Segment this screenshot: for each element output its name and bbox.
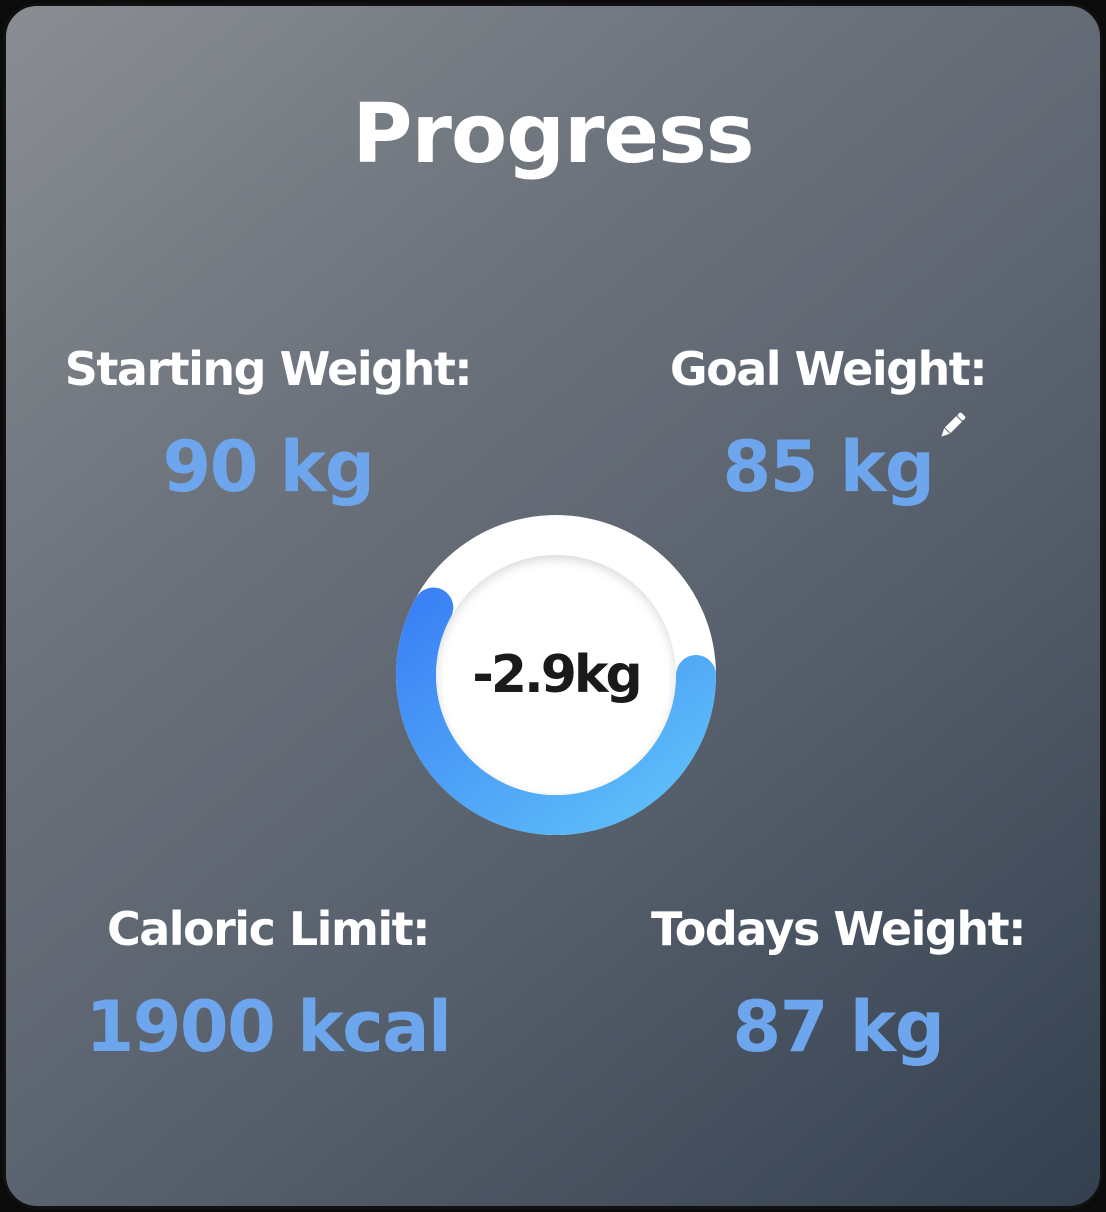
weight-progress-ring: -2.9kg (396, 515, 716, 835)
weight-change-text: -2.9kg (472, 645, 643, 705)
ring-center: -2.9kg (436, 555, 676, 795)
caloric-limit-stat: Caloric Limit: 1900 kcal (48, 906, 488, 1062)
goal-weight-value: 85 kg (722, 426, 935, 508)
todays-weight-value: 87 kg (732, 986, 945, 1068)
progress-card: Progress Starting Weight: 90 kg Goal Wei… (3, 3, 1103, 1209)
starting-weight-stat: Starting Weight: 90 kg (48, 346, 488, 502)
todays-weight-stat: Todays Weight: 87 kg (618, 906, 1058, 1062)
goal-weight-stat: Goal Weight: 85 kg (608, 346, 1048, 502)
caloric-limit-label: Caloric Limit: (106, 902, 431, 956)
caloric-limit-value: 1900 kcal (85, 986, 452, 1068)
pencil-icon[interactable] (932, 406, 972, 446)
starting-weight-label: Starting Weight: (64, 342, 473, 396)
goal-weight-label: Goal Weight: (669, 342, 988, 396)
todays-weight-label: Todays Weight: (651, 902, 1026, 956)
page-title: Progress (352, 87, 754, 182)
starting-weight-value: 90 kg (162, 426, 375, 508)
